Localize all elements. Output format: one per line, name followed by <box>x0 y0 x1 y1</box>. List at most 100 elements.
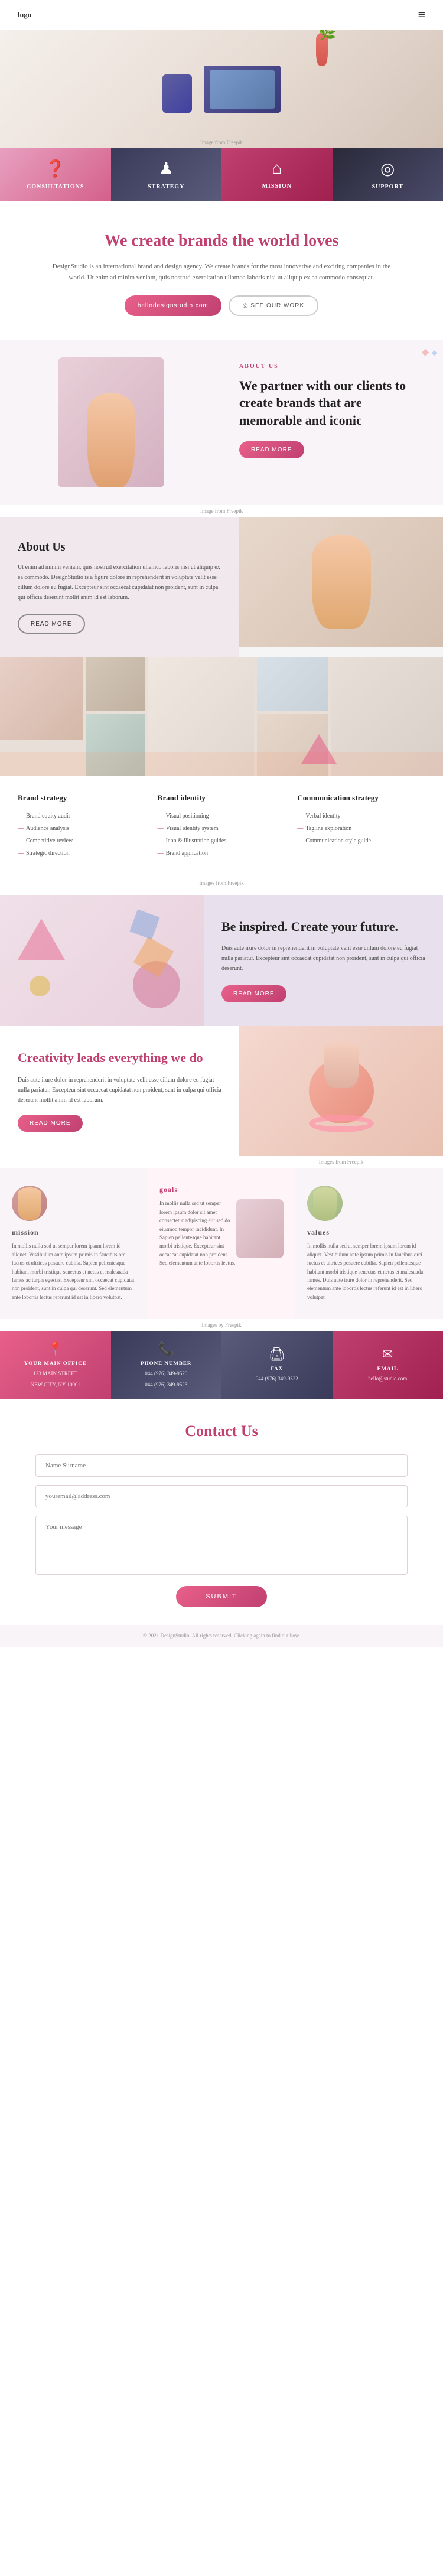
about-us-label: ABOUT US <box>239 363 425 370</box>
inspired-body: Duis aute irure dolor in reprehenderit i… <box>222 943 425 973</box>
email-field-row <box>35 1485 408 1507</box>
list-item: Brand equity audit <box>18 810 146 822</box>
communication-strategy-col: Communication strategy Verbal identity T… <box>297 793 425 859</box>
footer-text: © 2021 DesignStudio. All rights reserved… <box>18 1632 425 1640</box>
phone-line2: 044 (976) 349-9523 <box>145 1381 187 1389</box>
team-section: mission In mollis nulla sed ut semper lo… <box>0 1168 443 1319</box>
submit-button[interactable]: SUBMIT <box>176 1586 267 1607</box>
inspired-btn[interactable]: READ MORE <box>222 985 286 1002</box>
contact-form-heading: Contact Us <box>35 1422 408 1440</box>
goals-image <box>236 1199 284 1258</box>
about-partner-image-container <box>0 340 222 505</box>
hero-body: DesignStudio is an international brand a… <box>47 261 396 283</box>
team-image-credit: Images by Freepik <box>0 1319 443 1331</box>
about-us-btn[interactable]: READ MORE <box>18 614 85 634</box>
creativity-btn[interactable]: READ MORE <box>18 1115 83 1132</box>
hero-btn-secondary[interactable]: ◎ SEE OUR WORK <box>229 295 318 316</box>
icon-tabs-bar: ❓ CONSULTATIONS ♟ STRATEGY ⌂ MISSION ◎ S… <box>0 148 443 201</box>
email-title: EMAIL <box>377 1366 398 1372</box>
about-us-card-image <box>239 517 443 657</box>
about-partner-image <box>58 357 164 487</box>
footer: © 2021 DesignStudio. All rights reserved… <box>0 1625 443 1647</box>
communication-title: Communication strategy <box>297 793 425 803</box>
hero-btn-row: hellodesignstudio.com ◎ SEE OUR WORK <box>47 295 396 316</box>
goals-col: goals In mollis nulla sed ut semper lore… <box>148 1168 295 1319</box>
hero-image-credit: Image from Freepik <box>200 139 243 145</box>
deco-shapes: ◆ ◆ <box>422 346 437 358</box>
mission-label: MISSION <box>262 183 292 190</box>
list-item: Visual identity system <box>158 822 286 835</box>
mission-text: In mollis nulla sed ut semper lorem ipsu… <box>12 1242 136 1301</box>
about-partner-image-credit: Image from Freepik <box>0 505 443 517</box>
strategy-icon: ♟ <box>159 159 174 179</box>
about-us-image <box>239 517 443 647</box>
tab-support[interactable]: ◎ SUPPORT <box>333 148 443 201</box>
menu-icon[interactable]: ≡ <box>418 7 425 22</box>
inspired-content: Be inspired. Create your future. Duis au… <box>204 895 443 1027</box>
message-field[interactable] <box>35 1516 408 1575</box>
about-us-person-silhouette <box>312 535 371 629</box>
photo-collage <box>0 657 443 776</box>
creativity-image-credit: Images from Freepik <box>239 1156 443 1168</box>
office-line1: 123 MAIN STREET <box>33 1370 77 1377</box>
mission-col: mission In mollis nulla sed ut semper lo… <box>0 1168 148 1319</box>
list-item: Tagline exploration <box>297 822 425 835</box>
values-col: values In mollis nulla sed ut semper lor… <box>295 1168 443 1319</box>
about-partner-btn[interactable]: READ MORE <box>239 441 304 458</box>
creativity-image: Images from Freepik <box>239 1026 443 1168</box>
inspired-heading: Be inspired. Create your future. <box>222 919 425 936</box>
values-label: values <box>307 1228 431 1237</box>
inspired-image <box>0 895 204 1027</box>
fax-line1: 044 (976) 349-9522 <box>256 1375 298 1383</box>
tab-mission[interactable]: ⌂ MISSION <box>222 148 333 201</box>
support-icon: ◎ <box>380 159 395 179</box>
about-us-body: Ut enim ad minim veniam, quis nostrud ex… <box>18 562 222 603</box>
list-item: Verbal identity <box>297 810 425 822</box>
contact-bar-phone: 📞 PHONE NUMBER 044 (976) 349-9520 044 (9… <box>111 1331 222 1399</box>
logo[interactable]: logo <box>18 10 31 19</box>
about-us-card-content: About Us Ut enim ad minim veniam, quis n… <box>0 517 239 657</box>
contact-bars: 📍 YOUR MAIN OFFICE 123 MAIN STREET NEW C… <box>0 1331 443 1399</box>
contact-bar-email: ✉ EMAIL hello@studio.com <box>333 1331 443 1399</box>
list-item: Icon & illustration guides <box>158 835 286 847</box>
hero-image: 🌿 Image from Freepik <box>0 30 443 148</box>
phone-line1: 044 (976) 349-9520 <box>145 1370 187 1377</box>
fax-title: FAX <box>271 1366 283 1372</box>
consultations-icon: ❓ <box>45 159 66 179</box>
creativity-img-placeholder <box>239 1026 443 1156</box>
brand-identity-title: Brand identity <box>158 793 286 803</box>
email-field[interactable] <box>35 1485 408 1507</box>
support-label: SUPPORT <box>372 184 403 190</box>
hero-text-section: We create brands the world loves DesignS… <box>0 201 443 340</box>
inspired-shapes-bg <box>0 895 204 1027</box>
list-item: Competitive review <box>18 835 146 847</box>
communication-list: Verbal identity Tagline exploration Comm… <box>297 810 425 847</box>
tab-strategy[interactable]: ♟ STRATEGY <box>111 148 222 201</box>
creativity-body: Duis aute irure dolor in reprehenderit i… <box>18 1075 222 1105</box>
list-item: Audience analysis <box>18 822 146 835</box>
hero-btn-primary[interactable]: hellodesignstudio.com <box>125 295 222 316</box>
mission-label: mission <box>12 1228 136 1237</box>
goals-label: goals <box>159 1186 284 1194</box>
email-icon: ✉ <box>382 1347 393 1362</box>
contact-form-section: Contact Us SUBMIT <box>0 1399 443 1625</box>
fax-icon: 🖨 <box>269 1347 285 1362</box>
name-field[interactable] <box>35 1454 408 1477</box>
brand-identity-col: Brand identity Visual positioning Visual… <box>158 793 286 859</box>
brand-strategy-col: Brand strategy Brand equity audit Audien… <box>18 793 146 859</box>
triangle-shape <box>18 919 65 960</box>
message-field-row <box>35 1516 408 1578</box>
phone-icon: 📞 <box>158 1341 174 1357</box>
mission-icon: ⌂ <box>272 159 282 178</box>
office-icon: 📍 <box>47 1341 63 1357</box>
list-item: Visual positioning <box>158 810 286 822</box>
brand-identity-list: Visual positioning Visual identity syste… <box>158 810 286 859</box>
navbar: logo ≡ <box>0 0 443 30</box>
brand-strategy-title: Brand strategy <box>18 793 146 803</box>
mission-avatar <box>12 1186 47 1221</box>
consultations-label: CONSULTATIONS <box>27 184 84 190</box>
about-us-card-section: About Us Ut enim ad minim veniam, quis n… <box>0 517 443 657</box>
tab-consultations[interactable]: ❓ CONSULTATIONS <box>0 148 111 201</box>
list-item: Communication style guide <box>297 835 425 847</box>
phone-title: PHONE NUMBER <box>141 1360 191 1366</box>
